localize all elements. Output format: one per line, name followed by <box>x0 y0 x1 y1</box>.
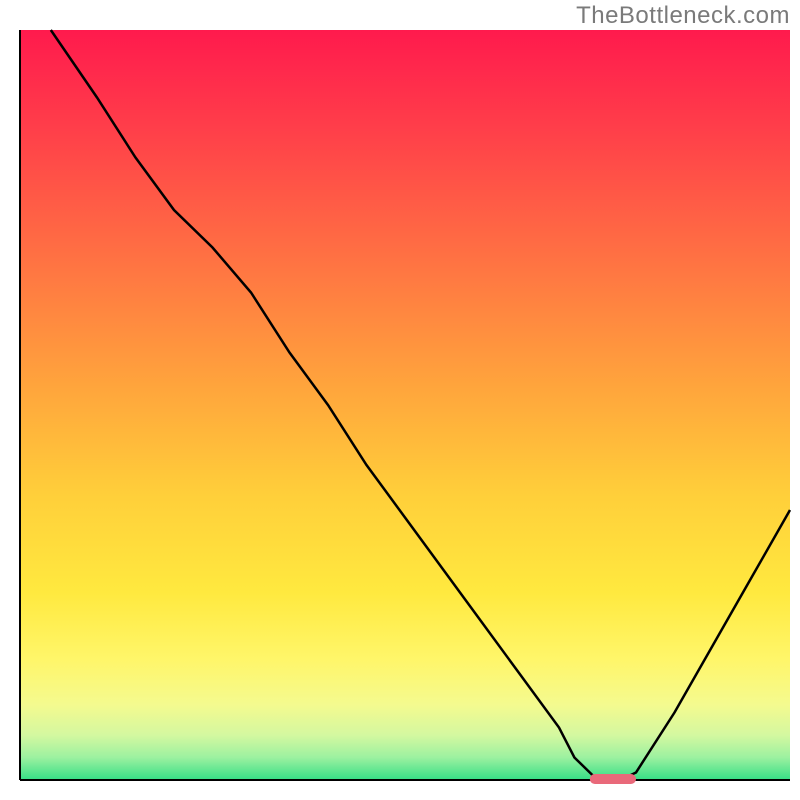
chart-frame: TheBottleneck.com <box>0 0 800 800</box>
bottleneck-chart <box>0 0 800 800</box>
plot-background <box>20 30 790 780</box>
optimal-range-marker <box>590 774 636 784</box>
